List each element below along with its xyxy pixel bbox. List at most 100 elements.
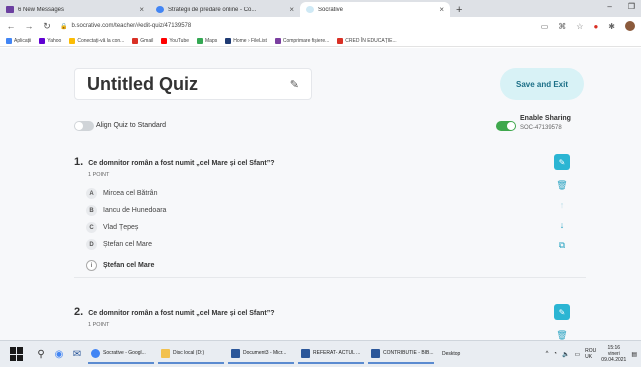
desktop-toolbar[interactable]: Desktop <box>442 351 460 357</box>
answer-letter: B <box>86 205 97 216</box>
enable-sharing-toggle[interactable] <box>496 121 516 131</box>
gmail-icon <box>132 37 139 44</box>
url-field[interactable]: 🔒 b.socrative.com/teacher/#edit-quiz/471… <box>60 23 460 30</box>
search-icon[interactable]: ⚲ <box>34 347 48 361</box>
tab-socrative[interactable]: Socrative × <box>300 2 450 17</box>
chrome-icon[interactable]: ◉ <box>52 347 66 361</box>
bookmark-label: Conectați-vă la con... <box>77 37 125 44</box>
bookmark-youtube[interactable]: YouTube <box>161 37 189 44</box>
bookmark-label: Yahoo <box>47 37 62 44</box>
answer-letter: C <box>86 222 97 233</box>
correct-answer: i Ștefan cel Mare <box>86 260 154 271</box>
browser-tab-strip: 6 New Messages × Strategii de predare on… <box>0 0 641 17</box>
taskbar-app-referat[interactable]: REFERAT- ACTUL ... <box>298 344 364 364</box>
save-and-exit-button[interactable]: Save and Exit <box>500 68 584 100</box>
move-up-icon[interactable]: ↑ <box>560 200 565 210</box>
chrome-icon <box>91 348 100 358</box>
word-icon <box>301 348 310 358</box>
quiz-title: Untitled Quiz <box>87 73 198 94</box>
align-standard-toggle[interactable] <box>74 121 94 131</box>
notification-icon[interactable]: ▤ <box>631 351 637 358</box>
maximize-icon[interactable]: ❐ <box>628 2 635 11</box>
edit-question-button[interactable]: ✎ <box>554 304 570 320</box>
yahoo-mail-icon <box>6 6 14 13</box>
cast-icon[interactable]: ▭ <box>541 22 549 31</box>
youtube-icon <box>161 37 168 44</box>
star-icon[interactable]: ☆ <box>576 22 583 31</box>
close-icon[interactable]: × <box>139 5 144 14</box>
battery-icon[interactable]: ▭ <box>575 351 581 358</box>
enable-sharing-label: Enable Sharing <box>520 115 571 122</box>
move-down-icon[interactable]: ↓ <box>560 220 565 230</box>
bookmark-conectati[interactable]: Conectați-vă la con... <box>69 37 125 44</box>
bookmark-label: CRED ÎN EDUCAȚIE... <box>345 37 397 44</box>
avatar[interactable] <box>625 21 635 31</box>
duplicate-icon[interactable]: ⧉ <box>559 240 565 250</box>
lock-icon: 🔒 <box>60 23 68 30</box>
edit-question-button[interactable]: ✎ <box>554 154 570 170</box>
bookmark-label: Aplicații <box>14 37 32 44</box>
clock-date: 09.04.2021 <box>601 357 627 363</box>
close-icon[interactable]: × <box>289 5 294 14</box>
answer-option: B Iancu de Hunedoara <box>86 205 166 216</box>
answer-text: Vlad Țepeș <box>103 224 139 231</box>
quiz-title-box[interactable]: Untitled Quiz ✎ <box>74 68 312 100</box>
bookmark-maps[interactable]: Maps <box>197 37 218 44</box>
bookmark-yahoo[interactable]: Yahoo <box>39 37 62 44</box>
address-bar: ← → ↻ 🔒 b.socrative.com/teacher/#edit-qu… <box>0 17 641 35</box>
edit-title-icon[interactable]: ✎ <box>290 78 299 91</box>
toggle-knob <box>507 122 515 130</box>
opera-icon[interactable]: ● <box>593 22 598 31</box>
new-tab-button[interactable]: + <box>450 2 468 17</box>
drive-icon <box>161 348 170 358</box>
bookmark-gmail[interactable]: Gmail <box>132 37 154 44</box>
bookmark-filelist[interactable]: Home › FileList <box>225 37 267 44</box>
network-icon[interactable]: ◔ <box>553 351 557 357</box>
delete-icon[interactable]: 🗑 <box>556 330 567 340</box>
question-points: 1 POINT <box>88 172 110 178</box>
translate-icon[interactable]: ⌘ <box>558 22 566 31</box>
bookmark-label: Comprimare fișiere... <box>282 37 330 44</box>
word-icon <box>371 348 380 358</box>
back-icon[interactable]: ← <box>6 21 16 31</box>
taskbar-app-document3[interactable]: Document3 - Micr... <box>228 344 294 364</box>
answer-option: C Vlad Țepeș <box>86 222 138 233</box>
bookmark-apps[interactable]: Aplicații <box>6 37 32 44</box>
cred-icon <box>337 37 344 44</box>
taskbar-app-label: Socrative - Googl... <box>103 350 146 356</box>
answer-option: A Mircea cel Bătrân <box>86 188 157 199</box>
tab-messages[interactable]: 6 New Messages × <box>0 2 150 17</box>
google-icon <box>156 6 164 13</box>
delete-icon[interactable]: 🗑 <box>556 180 567 190</box>
taskbar-app-label: CONTRIBUTIE - BIB... <box>383 350 434 356</box>
close-icon[interactable]: × <box>439 5 444 14</box>
bookmark-label: Maps <box>205 37 218 44</box>
taskbar-app-disc[interactable]: Disc local (D:) <box>158 344 224 364</box>
bookmark-label: Home › FileList <box>233 37 267 44</box>
bookmark-comprimare[interactable]: Comprimare fișiere... <box>274 37 330 44</box>
taskbar-app-label: REFERAT- ACTUL ... <box>313 350 361 356</box>
language-indicator[interactable]: ROU UK <box>585 348 596 360</box>
extensions-icon[interactable]: ✱ <box>608 22 615 31</box>
forward-icon[interactable]: → <box>24 21 34 31</box>
bookmark-cred[interactable]: CRED ÎN EDUCAȚIE... <box>337 37 397 44</box>
bookmark-label: Gmail <box>140 37 154 44</box>
word-icon <box>231 348 240 358</box>
tab-label: Strategii de predare online - Co... <box>168 6 257 13</box>
reload-icon[interactable]: ↻ <box>42 21 52 32</box>
minimize-icon[interactable]: – <box>607 2 611 11</box>
answer-text: Iancu de Hunedoara <box>103 207 167 214</box>
windows-start-icon[interactable] <box>10 347 24 361</box>
question-points: 1 POINT <box>88 322 110 328</box>
mail-icon[interactable]: ✉ <box>70 347 84 361</box>
url-text: b.socrative.com/teacher/#edit-quiz/47139… <box>71 23 192 29</box>
volume-icon[interactable]: 🔈 <box>562 351 569 358</box>
maps-icon <box>197 37 204 44</box>
taskbar-app-socrative[interactable]: Socrative - Googl... <box>88 344 154 364</box>
clock[interactable]: 15:16 vineri 09.04.2021 <box>601 345 626 363</box>
chevron-up-icon[interactable]: ^ <box>546 351 549 357</box>
quiz-editor: Untitled Quiz ✎ Save and Exit Align Quiz… <box>0 48 641 340</box>
yahoo-icon <box>39 37 46 44</box>
taskbar-app-contributie[interactable]: CONTRIBUTIE - BIB... <box>368 344 434 364</box>
tab-strategii[interactable]: Strategii de predare online - Co... × <box>150 2 300 17</box>
